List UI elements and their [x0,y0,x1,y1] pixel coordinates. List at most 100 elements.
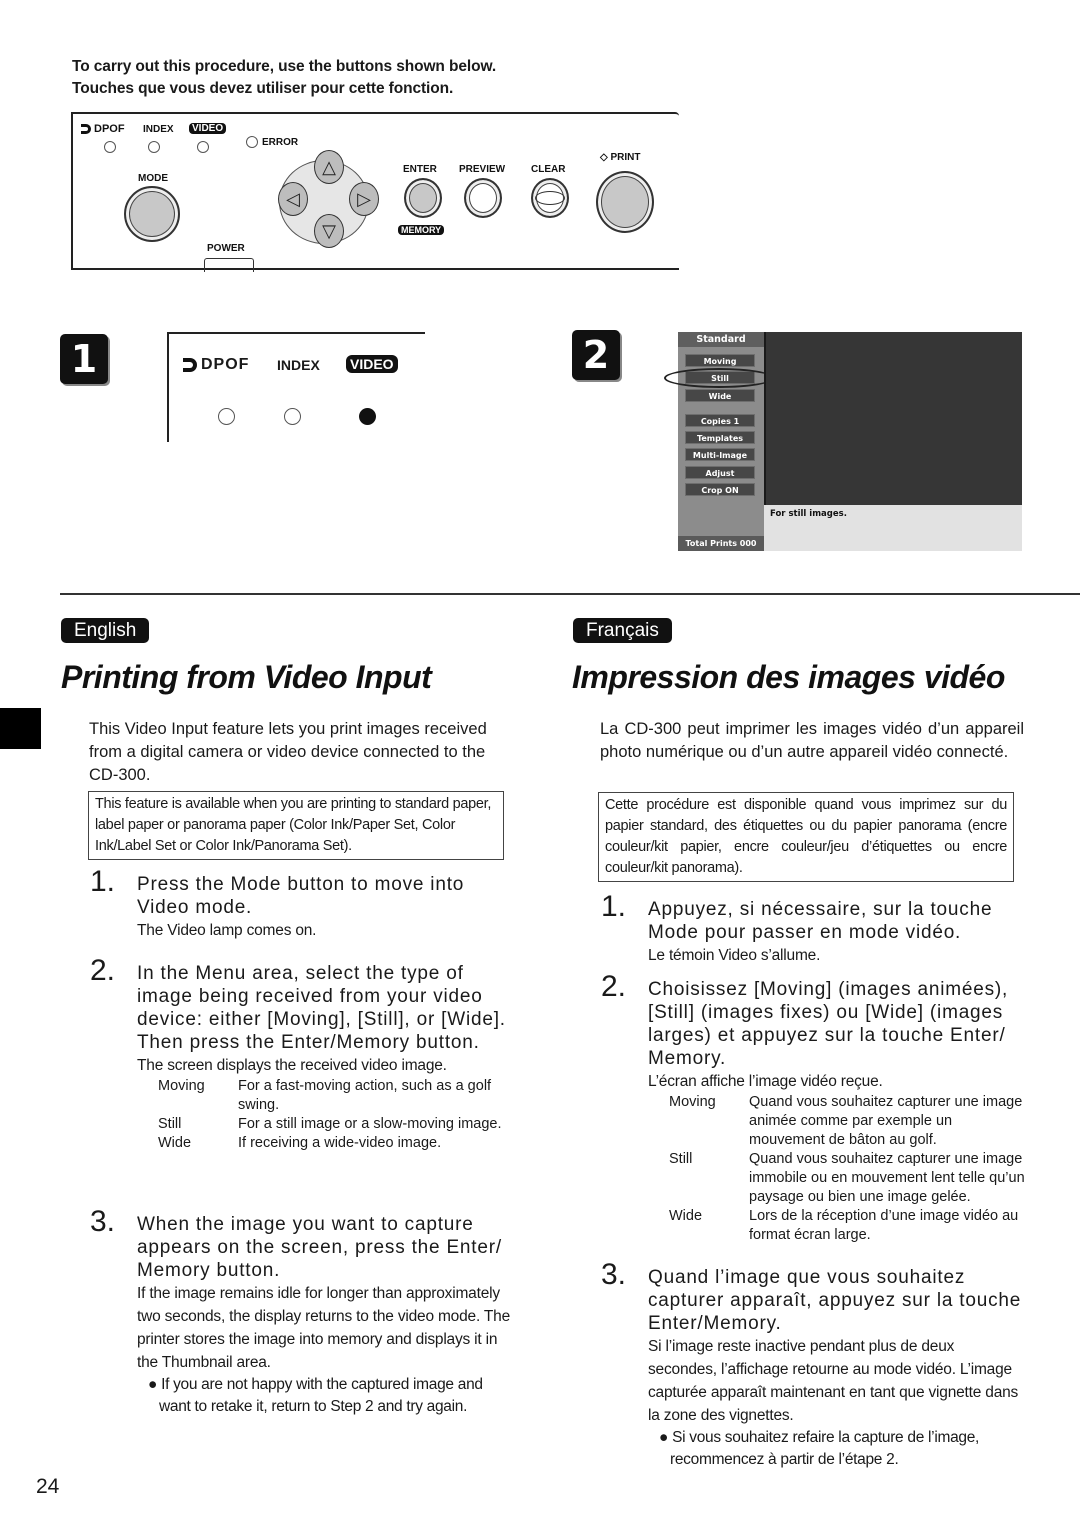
step-text: Quand l’image que vous souhaitez capture… [648,1267,1022,1334]
definition-term: Still [158,1116,182,1132]
menu-item-templates[interactable]: Templates [685,431,755,444]
step-number: 1. [90,865,116,898]
video-preview-area [764,332,1022,505]
side-thumb-tab [0,708,41,749]
definition-desc: For a fast-moving action, such as a golf… [238,1078,492,1113]
english-title: Printing from Video Input [61,659,432,695]
step1-dpof-lamp-off [218,408,235,425]
definition-desc: Quand vous souhaitez capturer une image … [749,1094,1023,1148]
definition-row: Still Quand vous souhaitez capturer une … [669,1150,1025,1207]
menu-sidebar: Standard Moving Still Wide Copies 1 Temp… [664,332,774,551]
error-label: ERROR [262,137,299,148]
step-result: Le témoin Video s’allume. [648,947,821,964]
english-step-2: 2. In the Menu area, select the type of … [90,956,512,1153]
index-label: INDEX [143,124,174,135]
definition-row: Wide If receiving a wide-video image. [158,1134,512,1153]
step1-index-lamp-off [284,408,301,425]
step-result: L’écran affiche l’image vidéo reçue. [648,1073,883,1090]
status-message: For still images. [770,509,847,519]
enter-label: ENTER [403,164,437,175]
page-number: 24 [36,1475,60,1498]
intro-instructions: To carry out this procedure, use the but… [72,56,496,100]
french-title: Impression des images vidéo [572,659,1005,695]
definition-term: Moving [669,1094,716,1110]
menu-item-adjust[interactable]: Adjust [685,466,755,479]
right-button[interactable]: ▷ [349,182,379,216]
step-number: 3. [601,1258,627,1291]
left-button[interactable]: ◁ [278,182,308,216]
definition-row: Moving For a fast-moving action, such as… [158,1077,512,1115]
definition-row: Wide Lors de la réception d’une image vi… [669,1207,1025,1245]
memory-label: MEMORY [398,225,445,235]
enter-button[interactable] [404,178,442,218]
step-text: When the image you want to capture appea… [137,1214,502,1281]
definition-term: Wide [669,1208,703,1224]
step-number: 1. [601,890,627,923]
french-step-3: 3. Quand l’image que vous souhaitez capt… [601,1260,1025,1471]
menu-item-moving[interactable]: Moving [685,354,755,367]
total-prints-counter: Total Prints 000 [678,536,764,551]
step-2-badge: 2 [572,330,620,380]
clear-button[interactable] [531,178,569,218]
up-arrow-icon: △ [322,156,336,177]
english-language-tag: English [61,618,150,643]
step-text: In the Menu area, select the type of ima… [137,963,506,1053]
error-lamp [246,136,258,148]
menu-item-copies[interactable]: Copies 1 [685,414,755,427]
definition-term: Moving [158,1078,205,1094]
menu-item-multi-image[interactable]: Multi-Image [685,448,755,461]
step-number: 2. [90,954,116,987]
video-label: VIDEO [189,123,227,134]
power-button[interactable] [204,258,254,272]
step1-dpof-group: DPOF [183,356,249,374]
intro-line-en: To carry out this procedure, use the but… [72,58,497,75]
menu-sidebar-title: Standard [678,332,764,347]
english-definitions: Moving For a fast-moving action, such as… [158,1077,512,1153]
up-button[interactable]: △ [314,150,344,184]
dpof-logo-icon [183,358,197,372]
right-arrow-icon: ▷ [357,188,371,209]
menu-item-wide[interactable]: Wide [685,389,755,402]
mode-label: MODE [138,173,168,184]
french-step-1: 1. Appuyez, si nécessaire, sur la touche… [601,892,1025,967]
step1-video-label: VIDEO [346,355,398,373]
print-button[interactable] [596,171,654,233]
print-label-group: ◇ PRINT [600,152,640,163]
mode-button[interactable] [124,186,180,242]
section-divider [60,593,1080,595]
dpof-label-group: DPOF [81,123,125,135]
down-arrow-icon: ▽ [322,220,336,241]
french-bullet-note: ● Si vous souhaitez refaire la capture d… [659,1429,980,1468]
intro-line-fr: Touches que vous devez utiliser pour cet… [72,80,454,97]
step-result: The Video lamp comes on. [137,922,317,939]
step-result: If the image remains idle for longer tha… [137,1285,510,1371]
english-note-box: This feature is available when you are p… [88,791,504,860]
print-label: PRINT [610,152,641,163]
definition-desc: Lors de la réception d’une image vidéo a… [749,1208,1019,1243]
definition-desc: For a still image or a slow-moving image… [238,1116,502,1132]
dpof-lamp [104,141,116,153]
french-step-2: 2. Choisissez [Moving] (images animées),… [601,972,1025,1245]
video-lamp [197,141,209,153]
index-lamp [148,141,160,153]
english-intro: This Video Input feature lets you print … [89,720,487,784]
preview-button[interactable] [464,178,502,218]
control-panel-illustration: DPOF INDEX VIDEO ERROR MODE POWER △ ▽ ◁ … [71,112,679,272]
french-language-tag: Français [573,618,672,643]
step-1-badge: 1 [60,334,108,384]
definition-term: Still [669,1151,693,1167]
step-number: 3. [90,1205,116,1238]
power-label: POWER [207,243,245,254]
step1-dpof-label: DPOF [201,356,250,373]
step-result: Si l’image reste inactive pendant plus d… [648,1338,1019,1424]
step-number: 2. [601,970,627,1003]
down-button[interactable]: ▽ [314,214,344,248]
menu-item-crop[interactable]: Crop ON [685,483,755,496]
step-1-lamp-panel: DPOF INDEX VIDEO [167,332,425,442]
french-intro: La CD-300 peut imprimer les images vidéo… [600,720,1024,761]
dpof-logo-icon [81,124,91,134]
definition-row: Still For a still image or a slow-moving… [158,1115,512,1134]
step1-video-lamp-on [359,408,376,425]
definition-row: Moving Quand vous souhaitez capturer une… [669,1093,1025,1150]
english-bullet-note: ● If you are not happy with the captured… [148,1376,483,1415]
